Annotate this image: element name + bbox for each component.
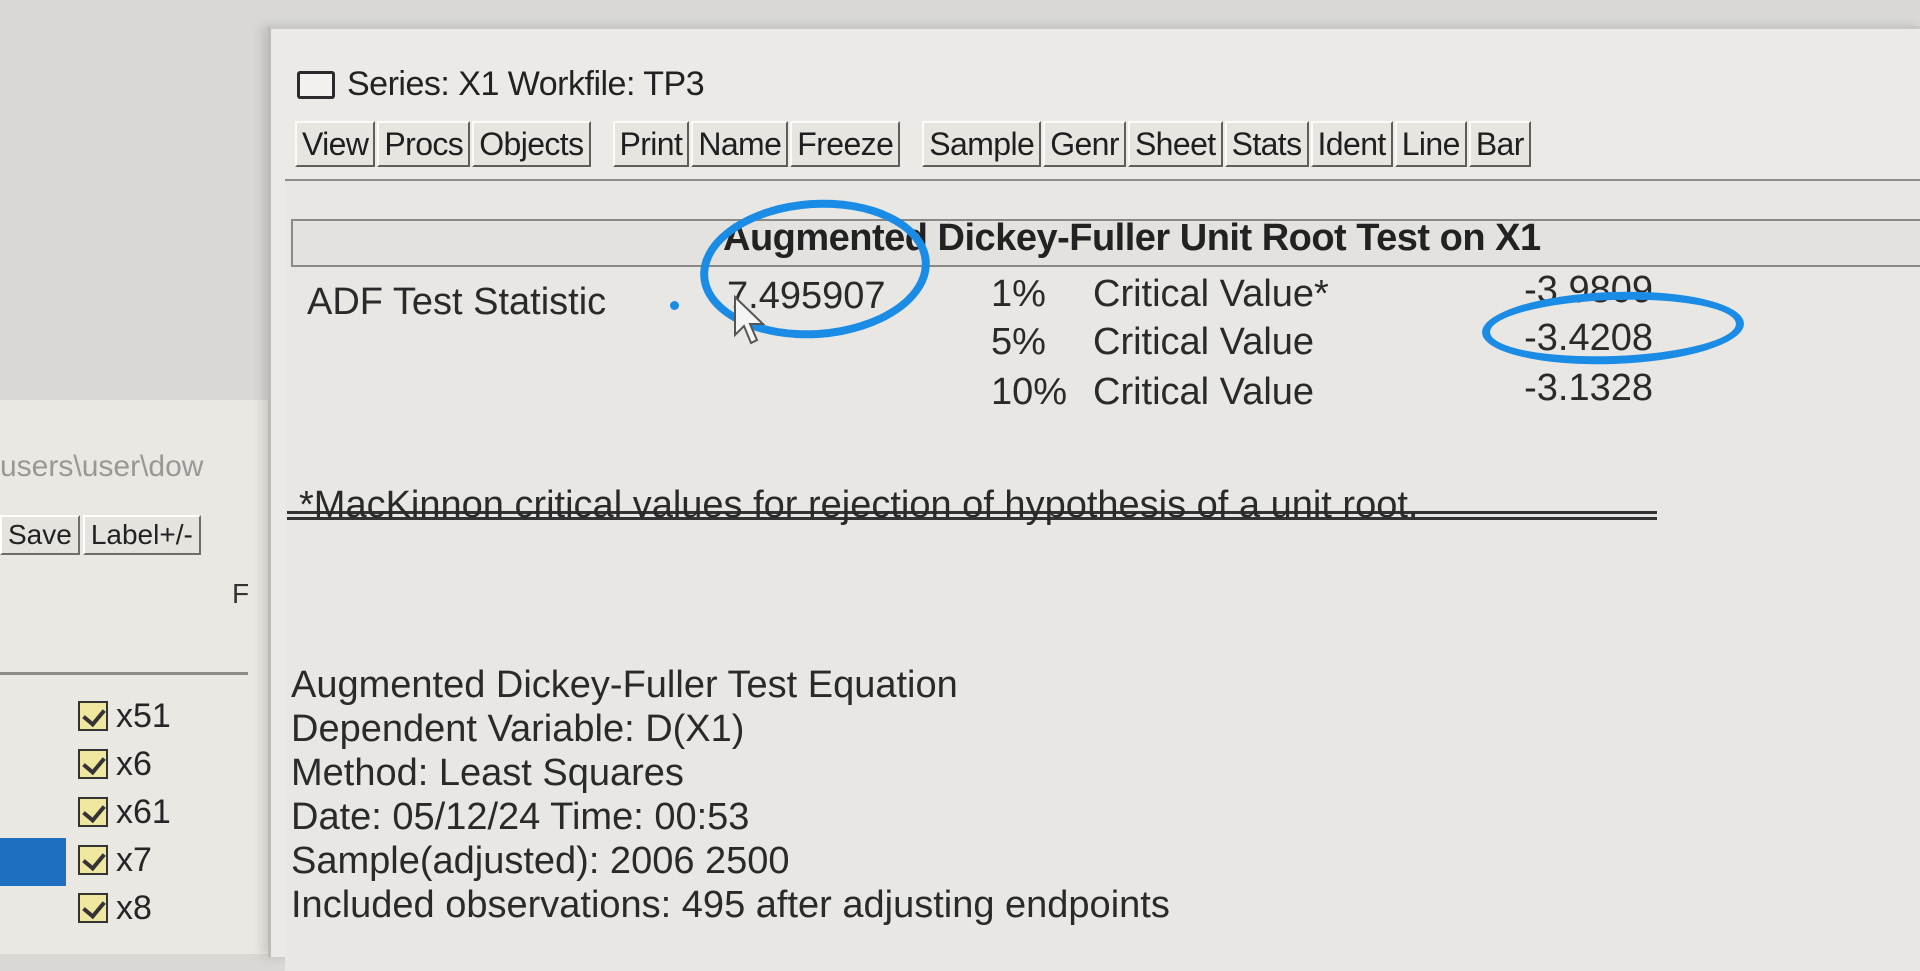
series-check-icon: [78, 701, 108, 731]
header-box: Augmented Dickey-Fuller Unit Root Test o…: [291, 217, 1920, 267]
background-cut-label: F: [232, 578, 250, 609]
window-titlebar[interactable]: Series: X1 Workfile: TP3: [297, 65, 705, 104]
series-name: x61: [116, 792, 171, 831]
list-item[interactable]: x61: [78, 788, 171, 836]
workfile-path: users\user\dow: [0, 450, 204, 483]
bar-button[interactable]: Bar: [1468, 121, 1531, 167]
series-toolbar: View Procs Objects Print Name Freeze Sam…: [295, 121, 1533, 167]
print-button[interactable]: Print: [612, 121, 690, 167]
stats-button[interactable]: Stats: [1224, 121, 1309, 167]
mouse-cursor-icon: [734, 295, 766, 345]
method: Method: Least Squares: [291, 752, 684, 794]
background-toolbar: Save Label+/-: [0, 515, 204, 555]
critical-pct: 1%: [991, 273, 1046, 315]
window-title: Series: X1 Workfile: TP3: [347, 65, 705, 103]
critical-pct: 10%: [991, 371, 1068, 413]
date-time: Date: 05/12/24 Time: 00:53: [291, 796, 750, 838]
freeze-button[interactable]: Freeze: [790, 121, 901, 167]
annotation-dot: [670, 301, 679, 310]
sheet-button[interactable]: Sheet: [1127, 121, 1223, 167]
workfile-object-list: x51 x6 x61 x7 x8: [78, 692, 171, 932]
series-name: x8: [116, 888, 152, 927]
critical-pct: 5%: [991, 321, 1046, 363]
ident-button[interactable]: Ident: [1310, 121, 1393, 167]
name-button[interactable]: Name: [691, 121, 789, 167]
series-window: Series: X1 Workfile: TP3 View Procs Obje…: [268, 26, 1920, 971]
critical-label: Critical Value: [1093, 321, 1315, 363]
critical-value: -3.9809: [1524, 269, 1653, 311]
critical-value: -3.4208: [1524, 317, 1653, 359]
list-item[interactable]: x6: [78, 740, 171, 788]
series-check-icon: [78, 893, 108, 923]
list-item[interactable]: x8: [78, 884, 171, 932]
objects-button[interactable]: Objects: [472, 121, 591, 167]
genr-button[interactable]: Genr: [1043, 121, 1126, 167]
save-button[interactable]: Save: [0, 515, 80, 555]
test-output-panel: Augmented Dickey-Fuller Unit Root Test o…: [285, 179, 1920, 971]
view-button[interactable]: View: [295, 121, 376, 167]
selected-row-highlight: [0, 838, 66, 886]
test-title: Augmented Dickey-Fuller Unit Root Test o…: [723, 217, 1541, 259]
series-check-icon: [78, 749, 108, 779]
series-check-icon: [78, 797, 108, 827]
equation-title: Augmented Dickey-Fuller Test Equation: [291, 664, 958, 706]
sample-range: Sample(adjusted): 2006 2500: [291, 840, 790, 882]
adf-label: ADF Test Statistic: [307, 281, 607, 323]
list-item[interactable]: x51: [78, 692, 171, 740]
series-name: x7: [116, 840, 152, 879]
procs-button[interactable]: Procs: [377, 121, 471, 167]
series-name: x6: [116, 744, 152, 783]
dependent-variable: Dependent Variable: D(X1): [291, 708, 745, 750]
critical-label: Critical Value*: [1093, 273, 1329, 315]
list-item[interactable]: x7: [78, 836, 171, 884]
sample-button[interactable]: Sample: [922, 121, 1042, 167]
background-divider: [0, 672, 248, 675]
critical-label: Critical Value: [1093, 371, 1315, 413]
series-check-icon: [78, 845, 108, 875]
footnote: *MacKinnon critical values for rejection…: [299, 484, 1419, 526]
line-button[interactable]: Line: [1394, 121, 1467, 167]
critical-value: -3.1328: [1524, 367, 1653, 409]
test-equation-block: Augmented Dickey-Fuller Test Equation De…: [291, 663, 1170, 927]
included-observations: Included observations: 495 after adjusti…: [291, 884, 1170, 926]
window-icon: [297, 70, 335, 99]
label-toggle-button[interactable]: Label+/-: [82, 515, 201, 555]
series-name: x51: [116, 696, 171, 735]
